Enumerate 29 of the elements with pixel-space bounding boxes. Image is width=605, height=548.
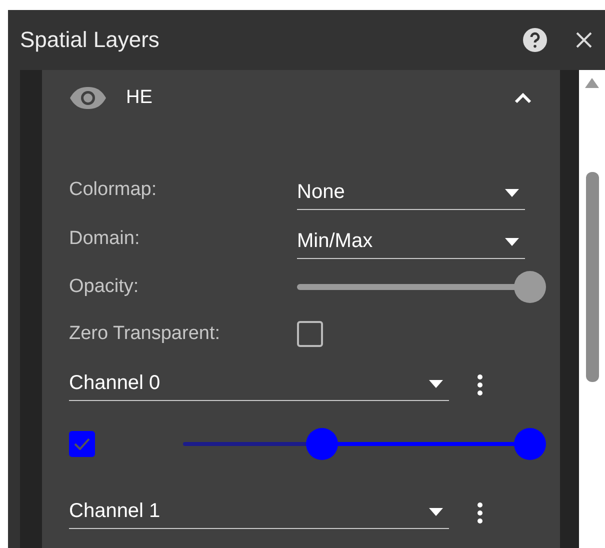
chevron-icon[interactable] [514, 92, 532, 104]
checkbox[interactable] [297, 321, 323, 347]
scrollbar-thumb[interactable] [586, 172, 598, 382]
caret-icon [505, 238, 519, 246]
channel-checkbox[interactable] [69, 431, 95, 457]
slider-thumb[interactable] [514, 271, 546, 303]
dropdown[interactable]: None [297, 170, 525, 210]
more-icon[interactable] [477, 502, 483, 524]
scroll-up-icon[interactable] [585, 78, 599, 88]
channel-dropdown[interactable]: Channel 1 [69, 489, 449, 529]
caret-icon [505, 188, 519, 196]
setting-label: Zero Transparent: [69, 323, 222, 345]
window-title: Spatial Layers [20, 27, 160, 53]
dropdown[interactable]: Min/Max [297, 219, 525, 259]
help-icon[interactable] [523, 28, 547, 52]
close-icon[interactable] [575, 31, 593, 49]
setting-label: Domain: [69, 228, 141, 250]
setting-label: Opacity: [69, 276, 140, 298]
check-icon [74, 438, 90, 450]
channel-dropdown[interactable]: Channel 0 [69, 361, 449, 401]
slider-thumb[interactable] [514, 428, 546, 460]
scrollbar[interactable] [579, 70, 605, 548]
layer-name: HE [126, 86, 154, 108]
caret-icon [429, 380, 443, 388]
caret-icon [429, 508, 443, 516]
setting-label: Colormap: [69, 179, 158, 201]
slider-thumb[interactable] [306, 428, 338, 460]
more-icon[interactable] [477, 374, 483, 396]
eye-icon[interactable] [69, 86, 107, 110]
